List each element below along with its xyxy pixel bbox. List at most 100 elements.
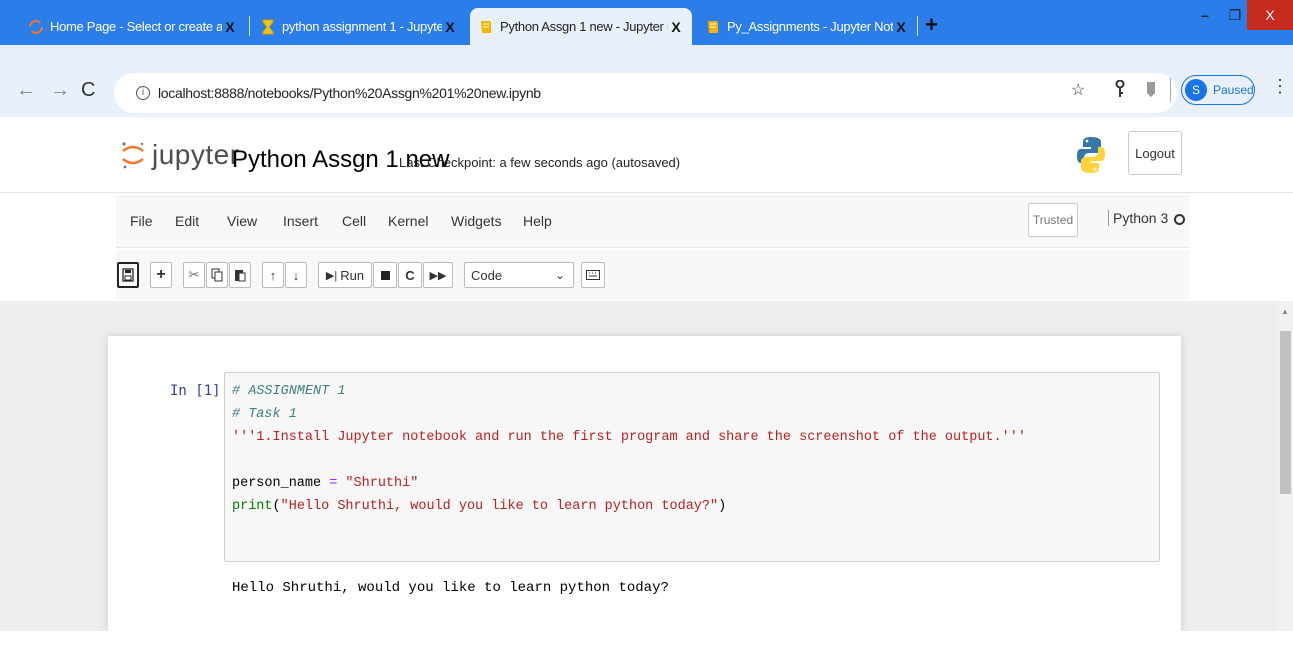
jupyter-wordmark: jupyter [152,139,240,170]
menu-help[interactable]: Help [523,213,552,229]
command-palette-button[interactable] [581,262,605,288]
code-cell-input[interactable] [224,372,1160,562]
code-line-3: '''1.Install Jupyter notebook and run th… [232,430,1026,445]
trusted-indicator[interactable]: Trusted [1028,203,1078,237]
code-token: print [232,499,273,514]
code-line-6: print("Hello Shruthi, would you like to … [232,499,726,514]
tab-label: python assignment 1 - Jupyter N [282,19,442,34]
kernel-idle-icon [1174,213,1186,225]
menu-edit[interactable]: Edit [175,213,199,229]
code-token: "Shruthi" [337,476,419,491]
checkpoint-status: Last Checkpoint: a few seconds ago (auto… [399,155,681,170]
tab-label: Home Page - Select or create a n [50,19,222,34]
code-token: person_name [232,476,330,491]
restart-run-all-button[interactable]: ▶▶ [423,262,453,288]
extension-shield-icon[interactable] [1145,80,1157,98]
kernel-name: Python 3 [1113,210,1169,226]
tab-close-icon[interactable]: X [222,19,238,35]
run-button[interactable]: ▶| Run [318,262,372,288]
copy-button[interactable] [206,262,228,288]
code-token: "Hello Shruthi, would you like to learn … [280,499,719,514]
menu-widgets[interactable]: Widgets [451,213,502,229]
code-token: ( [272,499,281,514]
code-line-2: # Task 1 [232,407,297,422]
key-icon[interactable] [1115,80,1125,98]
jupyter-logo-icon [122,142,144,169]
site-info-icon[interactable]: i [136,86,150,100]
cell-output: Hello Shruthi, would you like to learn p… [232,580,669,596]
tab-python-assignment-1[interactable]: python assignment 1 - Jupyter N X [252,8,466,45]
menu-kernel[interactable]: Kernel [388,213,428,229]
restart-icon: C [405,267,415,283]
menu-view[interactable]: View [227,213,257,229]
arrow-down-icon: ↓ [292,267,300,283]
move-up-button[interactable]: ↑ [262,262,284,288]
cut-button[interactable]: ✂ [183,262,205,288]
keyboard-icon [586,270,600,280]
tab-home-page[interactable]: Home Page - Select or create a n X [20,8,246,45]
stop-icon [380,270,390,280]
tab-label: Py_Assignments - Jupyter Notebo [727,19,893,34]
logout-button[interactable]: Logout [1128,131,1182,175]
arrow-up-icon: ↑ [269,267,277,283]
toolbar-divider [1170,78,1171,102]
kernel-indicator[interactable]: Python 3 [1108,210,1186,226]
input-prompt: In [1]: [170,383,230,399]
back-arrow-icon[interactable]: ← [16,79,36,102]
forward-arrow-icon[interactable]: → [50,79,70,102]
notebook-icon [708,20,718,33]
jupyter-icon [29,19,43,34]
code-token: ) [718,499,727,514]
tab-close-icon[interactable]: X [668,19,684,35]
scissors-icon: ✂ [188,267,200,282]
tab-separator [249,16,250,36]
insert-cell-button[interactable]: + [150,262,172,288]
cell-type-value: Code [471,267,503,283]
paste-icon [235,270,246,282]
notebook-icon [481,20,491,33]
run-label: Run [340,267,365,283]
save-icon [122,268,134,282]
jupyter-header: jupyter Python Assgn 1 new Last Checkpoi… [0,117,1293,193]
fast-forward-icon: ▶▶ [429,269,447,282]
bookmark-star-icon[interactable]: ☆ [1071,80,1085,100]
reload-icon[interactable]: C [81,79,95,102]
url-text: localhost:8888/notebooks/Python%20Assgn%… [158,85,541,101]
tab-label: Python Assgn 1 new - Jupyter Nc [500,19,668,34]
step-forward-icon: ▶| [325,269,338,282]
tab-separator [917,16,918,36]
copy-icon [211,268,223,282]
paste-button[interactable] [229,262,251,288]
code-line-5: person_name = "Shruthi" [232,476,418,491]
minimize-button[interactable]: – [1190,0,1220,30]
tab-close-icon[interactable]: X [893,19,909,35]
menu-cell[interactable]: Cell [342,213,366,229]
browser-menu-icon[interactable]: ⋮ [1271,76,1289,97]
avatar: S [1185,79,1207,101]
tab-py-assignments[interactable]: Py_Assignments - Jupyter Notebo X [697,8,917,45]
new-tab-button[interactable]: + [925,12,938,38]
scrollbar-thumb[interactable] [1280,331,1291,494]
plus-icon: + [156,266,166,283]
close-window-button[interactable]: X [1247,0,1293,30]
profile-button[interactable]: S Paused [1181,75,1255,105]
scroll-up-icon[interactable]: ▲ [1281,307,1289,316]
tab-close-icon[interactable]: X [442,19,458,35]
move-down-button[interactable]: ↓ [285,262,307,288]
menu-insert[interactable]: Insert [283,213,318,229]
restore-button[interactable]: ❐ [1220,0,1250,30]
hourglass-icon [262,19,274,34]
cell-type-select[interactable]: Code ⌄ [464,262,574,288]
jupyter-logo[interactable]: jupyter [120,139,240,171]
restart-button[interactable]: C [398,262,422,288]
interrupt-button[interactable] [373,262,397,288]
save-button[interactable] [117,262,139,288]
code-line-1: # ASSIGNMENT 1 [232,384,346,399]
python-logo-icon [1077,137,1105,173]
address-bar[interactable]: i localhost:8888/notebooks/Python%20Assg… [114,73,1177,113]
chevron-down-icon: ⌄ [554,268,565,282]
profile-status: Paused [1213,83,1254,97]
tab-python-assgn-1-new[interactable]: Python Assgn 1 new - Jupyter Nc X [470,8,692,45]
page-bottom [0,631,1293,663]
menu-file[interactable]: File [130,213,153,229]
